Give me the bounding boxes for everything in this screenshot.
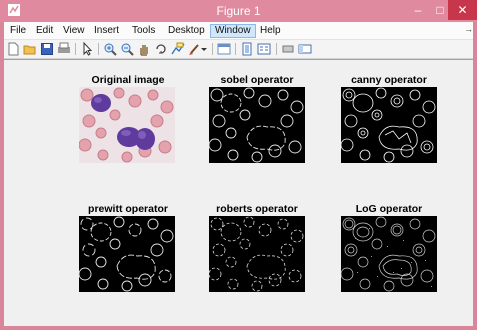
rotate-3d-icon[interactable] xyxy=(154,42,168,56)
menu-tools[interactable]: Tools xyxy=(128,24,159,38)
axes-title-original: Original image xyxy=(91,74,165,86)
canny-edge-image xyxy=(341,87,437,163)
colorbar-icon[interactable] xyxy=(240,42,254,56)
menu-help[interactable]: Help xyxy=(256,24,285,38)
figure-window: Figure 1 – □ ✕ File Edit View Insert Too… xyxy=(0,0,477,330)
prewitt-edge-image xyxy=(79,216,175,292)
menu-bar: File Edit View Insert Tools Desktop Wind… xyxy=(4,22,473,40)
menu-overflow-arrow[interactable]: → xyxy=(464,24,473,34)
log-edge-image xyxy=(341,216,437,292)
axes-title-roberts: roberts operator xyxy=(216,203,298,215)
image-prewitt[interactable] xyxy=(79,216,175,292)
toolbar xyxy=(4,40,473,59)
legend-icon[interactable] xyxy=(257,42,271,56)
original-cell-image xyxy=(79,87,175,163)
image-canny[interactable] xyxy=(341,87,437,163)
zoom-in-icon[interactable] xyxy=(103,42,117,56)
image-roberts[interactable] xyxy=(209,216,305,292)
show-plot-tools-icon[interactable] xyxy=(298,42,312,56)
menu-view[interactable]: View xyxy=(59,24,89,38)
zoom-out-icon[interactable] xyxy=(120,42,134,56)
new-figure-icon[interactable] xyxy=(6,42,20,56)
menu-file[interactable]: File xyxy=(6,24,30,38)
close-button[interactable]: ✕ xyxy=(448,0,477,20)
axes-title-canny: canny operator xyxy=(351,74,427,86)
pointer-icon[interactable] xyxy=(80,42,94,56)
axes-title-sobel: sobel operator xyxy=(220,74,294,86)
open-file-icon[interactable] xyxy=(23,42,37,56)
menu-desktop[interactable]: Desktop xyxy=(164,24,209,38)
pan-icon[interactable] xyxy=(137,42,151,56)
axes-title-log: LoG operator xyxy=(355,203,423,215)
save-icon[interactable] xyxy=(40,42,54,56)
axes-title-prewitt: prewitt operator xyxy=(88,203,168,215)
minimize-button[interactable]: – xyxy=(406,0,430,20)
sobel-edge-image xyxy=(209,87,305,163)
menu-insert[interactable]: Insert xyxy=(90,24,123,38)
image-sobel[interactable] xyxy=(209,87,305,163)
image-original[interactable] xyxy=(79,87,175,163)
figure-canvas: Original image sobel operator canny oper… xyxy=(4,60,473,326)
print-icon[interactable] xyxy=(57,42,71,56)
link-plot-icon[interactable] xyxy=(217,42,231,56)
menu-edit[interactable]: Edit xyxy=(32,24,57,38)
data-cursor-icon[interactable] xyxy=(171,42,185,56)
brush-dropdown-icon[interactable] xyxy=(200,42,208,56)
title-bar[interactable]: Figure 1 – □ ✕ xyxy=(0,0,477,22)
hide-plot-tools-icon[interactable] xyxy=(281,42,295,56)
roberts-edge-image xyxy=(209,216,305,292)
image-log[interactable] xyxy=(341,216,437,292)
menu-window[interactable]: Window xyxy=(210,24,256,38)
